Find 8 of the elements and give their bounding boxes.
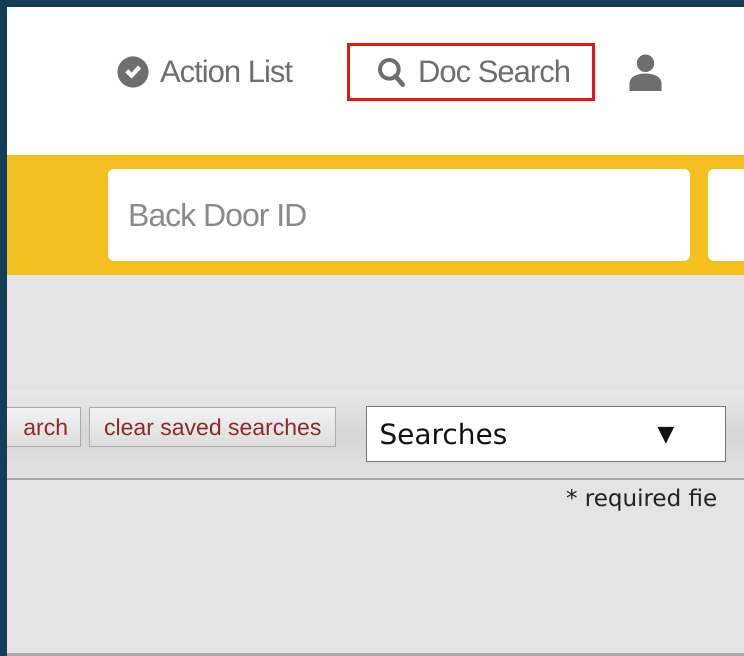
toolbar-button[interactable]: arch	[7, 407, 81, 447]
required-note: * required fie	[565, 485, 718, 512]
searches-select[interactable]: Searches ▼	[366, 406, 726, 462]
back-door-id-field[interactable]: Back Door ID	[108, 169, 690, 261]
user-icon	[628, 53, 663, 91]
nav-link[interactable]: Doc Search	[347, 43, 595, 101]
toolbar-button[interactable]: clear saved searches	[89, 407, 336, 447]
nav-link[interactable]: Action List	[87, 43, 318, 101]
